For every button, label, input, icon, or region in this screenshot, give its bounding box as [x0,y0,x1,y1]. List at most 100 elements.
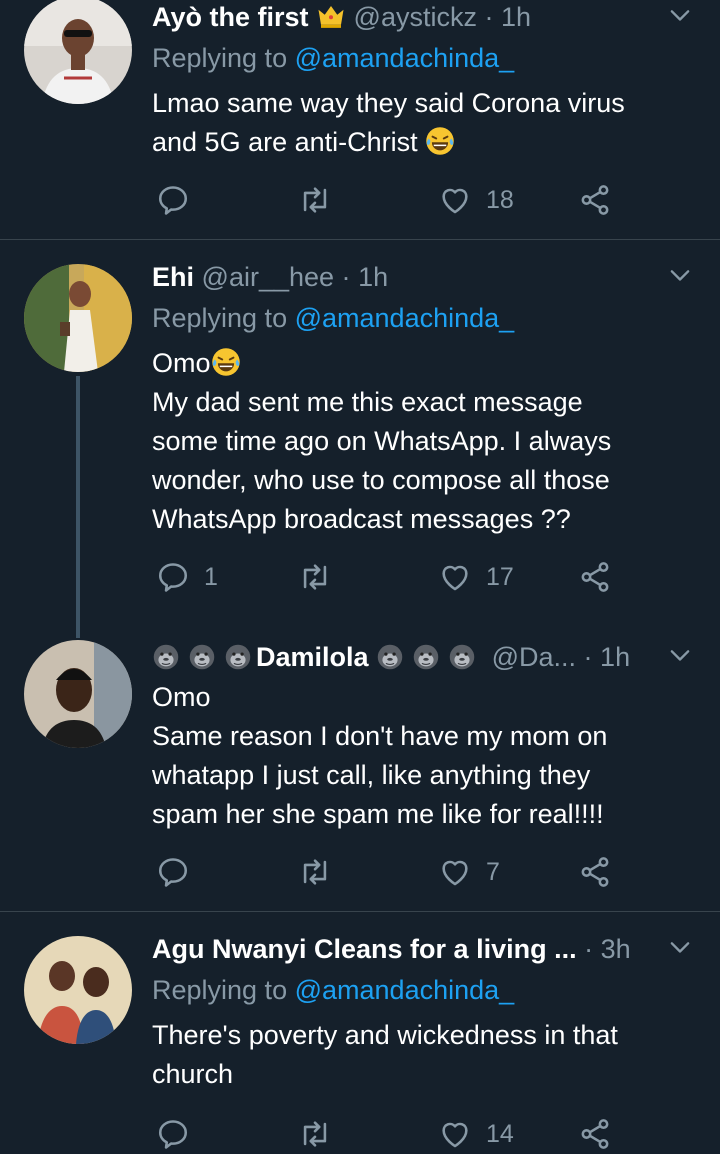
display-name[interactable]: Ayò the first [152,2,309,32]
reply-button[interactable]: 1 [156,557,218,597]
chevron-down-icon[interactable] [666,262,694,290]
reply-icon [156,183,190,217]
separator-dot: · [584,934,594,964]
tweet-actions: 18 [152,180,632,220]
laughing-tears-emoji-icon [211,347,241,377]
tweet-text: Lmao same way they said Corona virus and… [152,84,692,162]
tweet-text: Omo Same reason I don't have my mom on w… [152,678,692,834]
chevron-down-icon[interactable] [666,934,694,962]
tweet-text: Omo My dad sent me this exact message so… [152,344,692,539]
reply-icon [156,1117,190,1151]
share-icon [578,1117,612,1151]
tweet-line: some time ago on WhatsApp. I always [152,426,612,456]
gorilla-emoji-icon [152,643,180,671]
mention-link[interactable]: @amandachinda_ [295,303,515,333]
tweet-line: Same reason I don't have my mom on [152,721,608,751]
retweet-icon [298,183,332,217]
gorilla-emoji-icon [448,643,476,671]
chevron-down-icon[interactable] [666,2,694,30]
share-icon [578,183,612,217]
share-icon [578,855,612,889]
tweet-line: Lmao same way they said Corona virus [152,88,625,118]
replying-to: Replying to @amandachinda_ [152,301,514,335]
heart-icon [438,1117,472,1151]
gorilla-emoji-icon [188,643,216,671]
tweet-line: There's poverty and wickedness in that [152,1020,618,1050]
replying-to-label: Replying to [152,43,288,73]
tweet-header: Agu Nwanyi Cleans for a living ... · 3h [152,932,660,966]
retweet-icon [298,560,332,594]
avatar[interactable] [24,264,132,372]
reply-icon [156,855,190,889]
tweet-line: Omo [152,344,692,383]
retweet-button[interactable] [298,1114,332,1154]
heart-icon [438,855,472,889]
timestamp[interactable]: 1h [358,262,388,292]
like-button[interactable]: 17 [438,557,514,597]
like-count: 18 [486,185,514,214]
replying-to-label: Replying to [152,303,288,333]
laughing-tears-emoji-icon [425,126,455,156]
retweet-icon [298,1117,332,1151]
avatar[interactable] [24,640,132,748]
tweet-actions: 7 [152,852,632,892]
timestamp[interactable]: 3h [601,934,631,964]
heart-icon [438,183,472,217]
share-icon [578,560,612,594]
like-button[interactable]: 18 [438,180,514,220]
retweet-icon [298,855,332,889]
share-button[interactable] [578,557,612,597]
mention-link[interactable]: @amandachinda_ [295,975,515,1005]
tweet-header: Ayò the first @aystickz · 1h [152,0,660,34]
retweet-button[interactable] [298,557,332,597]
share-button[interactable] [578,180,612,220]
gorilla-emoji-icon [412,643,440,671]
display-name[interactable]: Damilola [256,642,369,672]
timestamp[interactable]: 1h [600,642,630,672]
timestamp[interactable]: 1h [501,2,531,32]
tweet-text: There's poverty and wickedness in that c… [152,1016,692,1094]
tweet-line: WhatsApp broadcast messages ?? [152,504,571,534]
display-name[interactable]: Ehi [152,262,194,292]
avatar[interactable] [24,936,132,1044]
replying-to: Replying to @amandachinda_ [152,973,514,1007]
reply-icon [156,560,190,594]
divider [0,911,720,912]
like-button[interactable]: 7 [438,852,500,892]
separator-dot: · [484,2,494,32]
replying-to: Replying to @amandachinda_ [152,41,514,75]
share-button[interactable] [578,1114,612,1154]
reply-button[interactable] [156,852,204,892]
gorilla-emoji-icon [376,643,404,671]
tweet-line: wonder, who use to compose all those [152,465,610,495]
like-count: 14 [486,1119,514,1148]
share-button[interactable] [578,852,612,892]
tweet-line: church [152,1059,234,1089]
retweet-button[interactable] [298,180,332,220]
like-count: 7 [486,857,500,886]
gorilla-emoji-icon [224,643,252,671]
handle[interactable]: @air__hee [202,262,335,292]
mention-link[interactable]: @amandachinda_ [295,43,515,73]
thread-line [76,376,80,638]
tweet-line: spam her she spam me like for real!!!! [152,799,604,829]
retweet-button[interactable] [298,852,332,892]
heart-icon [438,560,472,594]
chevron-down-icon[interactable] [666,642,694,670]
handle[interactable]: @Da... [492,642,576,672]
reply-button[interactable] [156,180,204,220]
tweet-header: Damilola @Da... · 1h [152,640,660,674]
tweet-line: Omo [152,682,211,712]
reply-button[interactable] [156,1114,204,1154]
tweet-header: Ehi @air__hee · 1h [152,260,660,294]
replying-to-label: Replying to [152,975,288,1005]
separator-dot: · [583,642,593,672]
handle[interactable]: @aystickz [354,2,477,32]
like-count: 17 [486,562,514,591]
display-name[interactable]: Agu Nwanyi Cleans for a living ... [152,934,577,964]
avatar[interactable] [24,0,132,104]
like-button[interactable]: 14 [438,1114,514,1154]
separator-dot: · [341,262,351,292]
tweet-line: and 5G are anti-Christ [152,123,692,162]
tweet-line: whatapp I just call, like anything they [152,760,591,790]
